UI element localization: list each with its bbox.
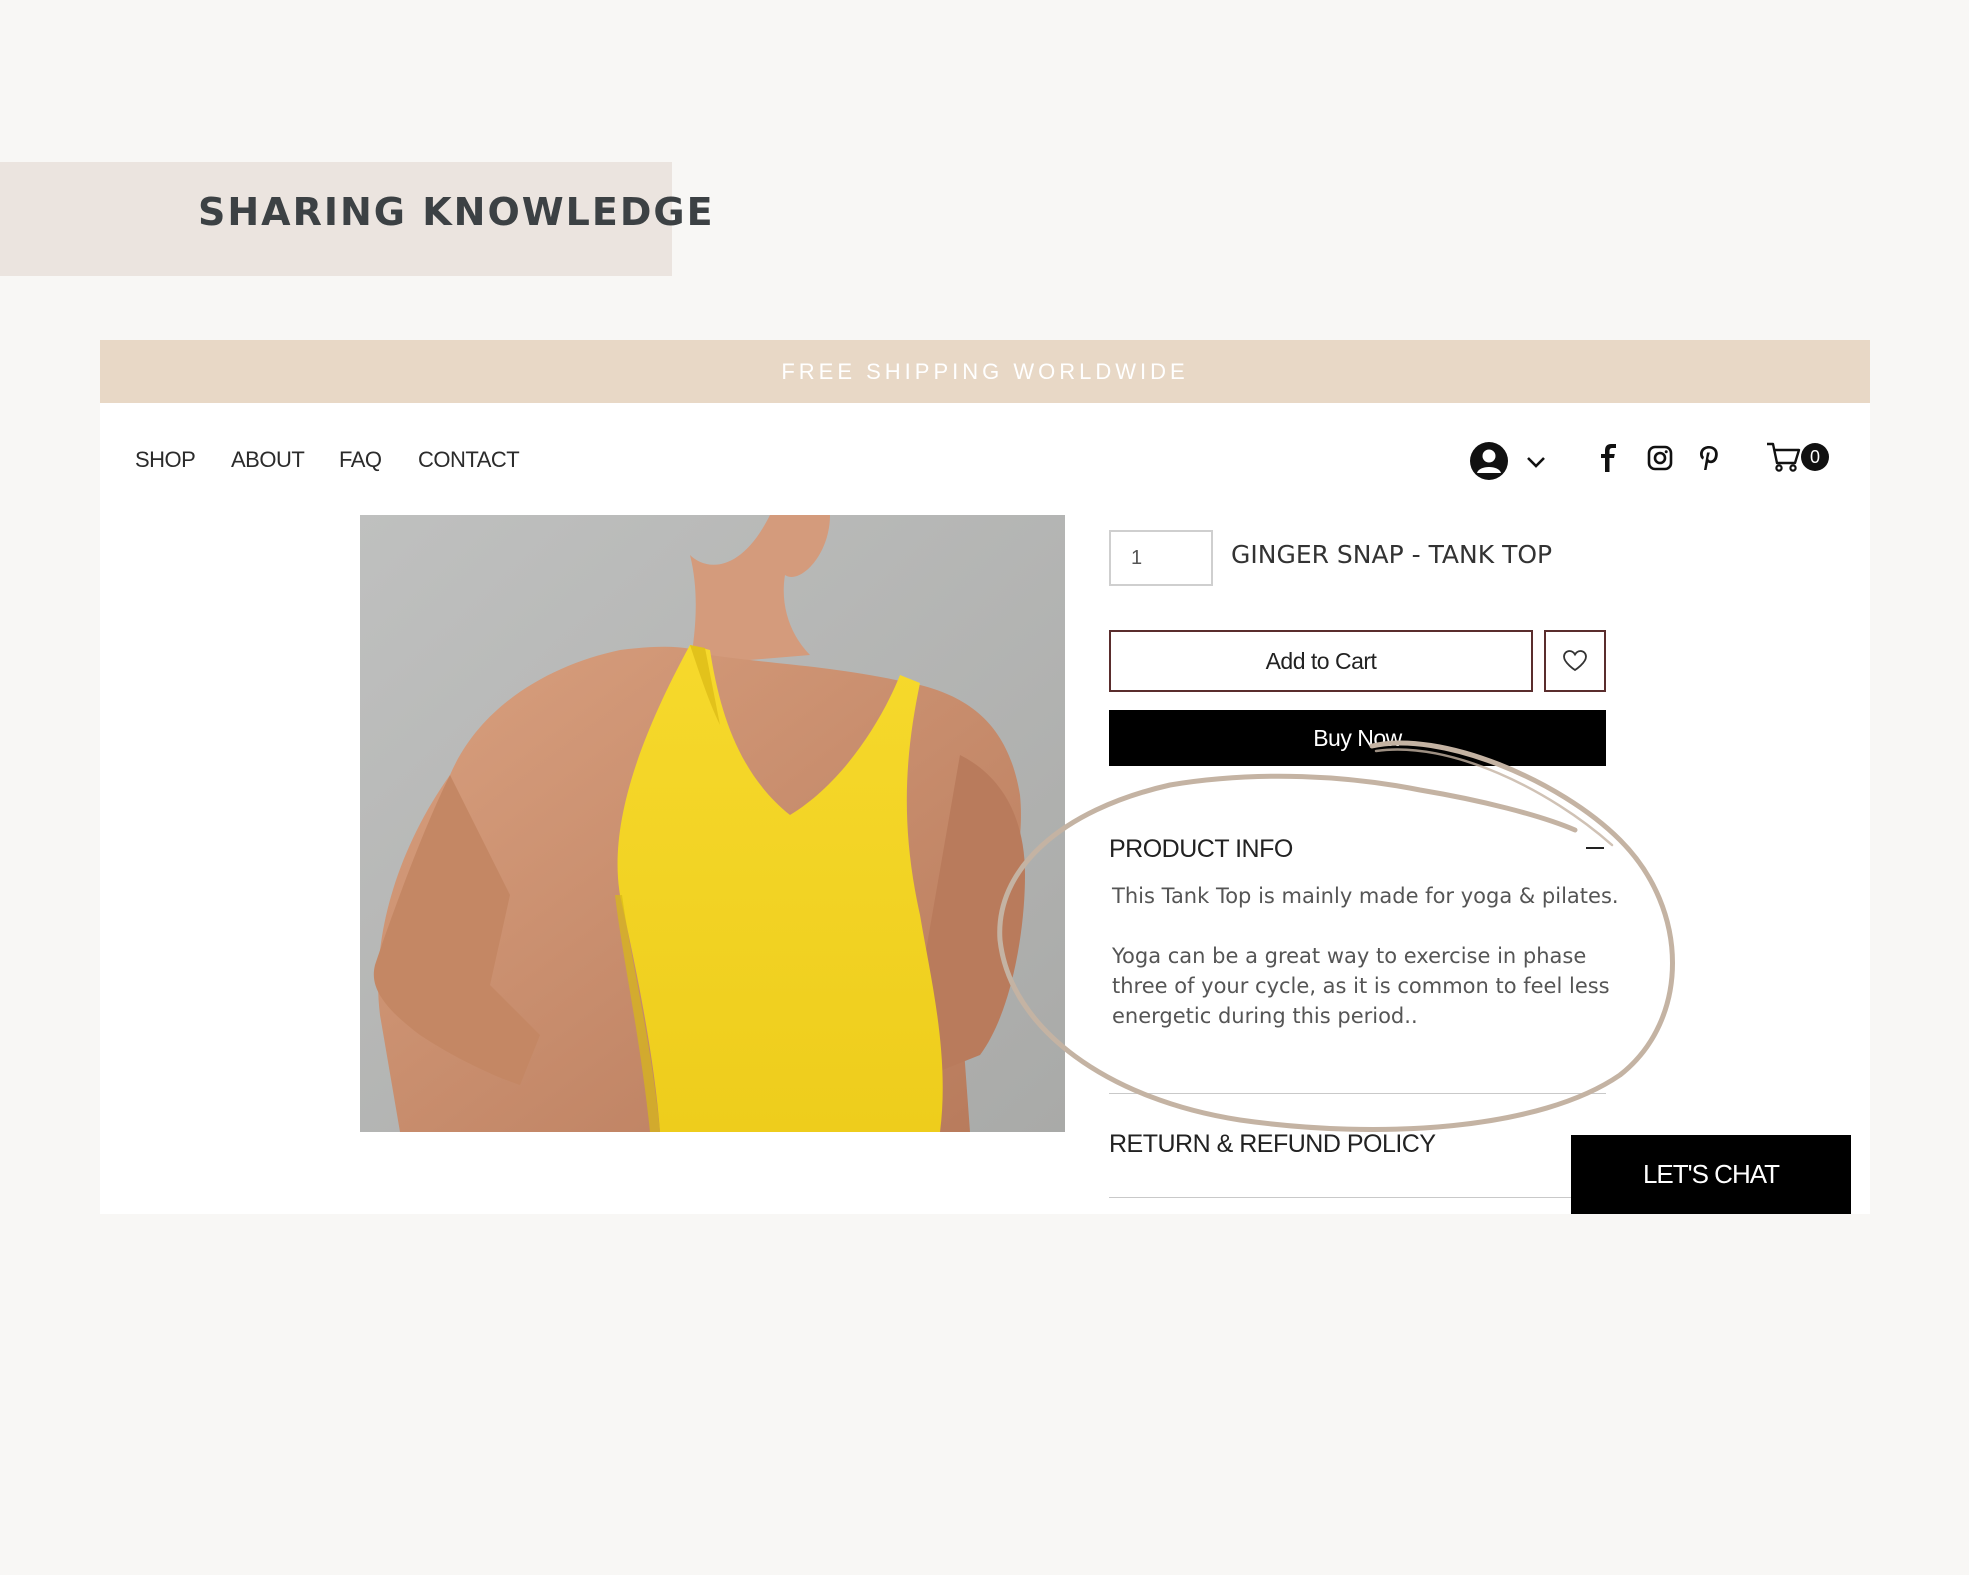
pinterest-icon[interactable]	[1698, 444, 1720, 472]
refund-policy-toggle[interactable]: RETURN & REFUND POLICY	[1109, 1130, 1436, 1159]
chevron-down-icon[interactable]	[1526, 455, 1546, 469]
product-image	[360, 515, 1065, 1132]
divider	[1109, 1093, 1606, 1094]
add-to-cart-label: Add to Cart	[1265, 647, 1377, 674]
product-title: GINGER SNAP - TANK TOP	[1231, 540, 1553, 569]
product-info-toggle[interactable]: PRODUCT INFO	[1109, 835, 1293, 864]
lets-chat-label: LET'S CHAT	[1642, 1159, 1780, 1189]
product-info-paragraph: Yoga can be a great way to exercise in p…	[1112, 944, 1610, 1028]
heart-icon	[1563, 650, 1587, 672]
cart-count-badge: 0	[1801, 443, 1829, 471]
nav-about[interactable]: ABOUT	[231, 447, 305, 473]
nav-shop[interactable]: SHOP	[135, 447, 196, 473]
slide-title: SHARING KNOWLEDGE	[198, 190, 715, 234]
nav-faq[interactable]: FAQ	[339, 447, 382, 473]
facebook-icon[interactable]	[1599, 444, 1619, 472]
lets-chat-button[interactable]: LET'S CHAT	[1571, 1135, 1851, 1214]
buy-now-label: Buy Now	[1313, 724, 1402, 751]
cart-icon[interactable]	[1766, 441, 1802, 473]
buy-now-button[interactable]: Buy Now	[1109, 710, 1606, 766]
wishlist-button[interactable]	[1544, 630, 1606, 692]
minus-icon[interactable]	[1586, 846, 1604, 850]
instagram-icon[interactable]	[1647, 445, 1673, 471]
divider	[1109, 1197, 1606, 1198]
product-info-paragraph: This Tank Top is mainly made for yoga & …	[1112, 884, 1619, 908]
shipping-banner: FREE SHIPPING WORLDWIDE	[100, 340, 1870, 403]
nav-contact[interactable]: CONTACT	[418, 447, 520, 473]
add-to-cart-button[interactable]: Add to Cart	[1109, 630, 1533, 692]
store-screenshot-frame: FREE SHIPPING WORLDWIDE SHOP ABOUT FAQ C…	[100, 340, 1870, 1214]
product-info-text: This Tank Top is mainly made for yoga & …	[1112, 881, 1632, 1031]
quantity-input[interactable]: 1	[1109, 530, 1213, 586]
account-icon[interactable]	[1469, 441, 1509, 481]
